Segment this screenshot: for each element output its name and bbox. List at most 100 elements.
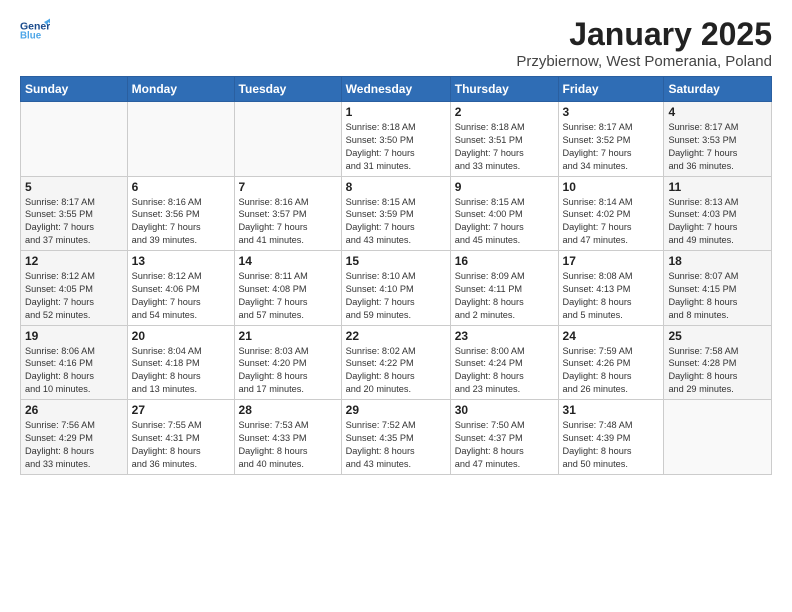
table-row: 30 Sunrise: 7:50 AMSunset: 4:37 PMDayligh… xyxy=(450,400,558,475)
page: General Blue January 2025 Przybiernow, W… xyxy=(0,0,792,485)
table-row: 12 Sunrise: 8:12 AMSunset: 4:05 PMDayligh… xyxy=(21,251,128,326)
day-number: 31 xyxy=(563,403,660,417)
day-info: Sunrise: 8:17 AMSunset: 3:55 PMDaylight:… xyxy=(25,196,123,248)
day-info: Sunrise: 7:52 AMSunset: 4:35 PMDaylight:… xyxy=(346,419,446,471)
header-friday: Friday xyxy=(558,77,664,102)
table-row: 27 Sunrise: 7:55 AMSunset: 4:31 PMDayligh… xyxy=(127,400,234,475)
day-info: Sunrise: 8:18 AMSunset: 3:50 PMDaylight:… xyxy=(346,121,446,173)
day-info: Sunrise: 8:00 AMSunset: 4:24 PMDaylight:… xyxy=(455,345,554,397)
day-number: 29 xyxy=(346,403,446,417)
day-number: 19 xyxy=(25,329,123,343)
day-info: Sunrise: 8:04 AMSunset: 4:18 PMDaylight:… xyxy=(132,345,230,397)
header: General Blue January 2025 Przybiernow, W… xyxy=(20,16,772,70)
table-row: 29 Sunrise: 7:52 AMSunset: 4:35 PMDayligh… xyxy=(341,400,450,475)
day-info: Sunrise: 8:02 AMSunset: 4:22 PMDaylight:… xyxy=(346,345,446,397)
table-row: 6 Sunrise: 8:16 AMSunset: 3:56 PMDaylight… xyxy=(127,176,234,251)
day-number: 2 xyxy=(455,105,554,119)
day-info: Sunrise: 7:55 AMSunset: 4:31 PMDaylight:… xyxy=(132,419,230,471)
day-info: Sunrise: 7:58 AMSunset: 4:28 PMDaylight:… xyxy=(668,345,767,397)
day-number: 6 xyxy=(132,180,230,194)
day-info: Sunrise: 8:16 AMSunset: 3:56 PMDaylight:… xyxy=(132,196,230,248)
calendar-week-row: 26 Sunrise: 7:56 AMSunset: 4:29 PMDayligh… xyxy=(21,400,772,475)
table-row: 26 Sunrise: 7:56 AMSunset: 4:29 PMDayligh… xyxy=(21,400,128,475)
day-number: 30 xyxy=(455,403,554,417)
day-number: 26 xyxy=(25,403,123,417)
day-info: Sunrise: 8:10 AMSunset: 4:10 PMDaylight:… xyxy=(346,270,446,322)
day-info: Sunrise: 8:12 AMSunset: 4:05 PMDaylight:… xyxy=(25,270,123,322)
day-number: 14 xyxy=(239,254,337,268)
table-row xyxy=(234,102,341,177)
table-row: 20 Sunrise: 8:04 AMSunset: 4:18 PMDayligh… xyxy=(127,325,234,400)
table-row: 16Sunrise: 8:09 AMSunset: 4:11 PMDayligh… xyxy=(450,251,558,326)
table-row xyxy=(21,102,128,177)
calendar-table: Sunday Monday Tuesday Wednesday Thursday… xyxy=(20,76,772,475)
day-number: 13 xyxy=(132,254,230,268)
table-row: 10Sunrise: 8:14 AMSunset: 4:02 PMDayligh… xyxy=(558,176,664,251)
day-number: 7 xyxy=(239,180,337,194)
day-info: Sunrise: 8:16 AMSunset: 3:57 PMDaylight:… xyxy=(239,196,337,248)
day-number: 18 xyxy=(668,254,767,268)
day-number: 3 xyxy=(563,105,660,119)
calendar-title: January 2025 xyxy=(516,16,772,53)
calendar-week-row: 1 Sunrise: 8:18 AMSunset: 3:50 PMDaylight… xyxy=(21,102,772,177)
day-info: Sunrise: 8:06 AMSunset: 4:16 PMDaylight:… xyxy=(25,345,123,397)
day-number: 11 xyxy=(668,180,767,194)
header-monday: Monday xyxy=(127,77,234,102)
day-number: 23 xyxy=(455,329,554,343)
day-number: 22 xyxy=(346,329,446,343)
day-info: Sunrise: 8:14 AMSunset: 4:02 PMDaylight:… xyxy=(563,196,660,248)
logo: General Blue xyxy=(20,16,50,46)
calendar-header-row: Sunday Monday Tuesday Wednesday Thursday… xyxy=(21,77,772,102)
day-info: Sunrise: 8:12 AMSunset: 4:06 PMDaylight:… xyxy=(132,270,230,322)
table-row: 28 Sunrise: 7:53 AMSunset: 4:33 PMDayligh… xyxy=(234,400,341,475)
table-row: 1 Sunrise: 8:18 AMSunset: 3:50 PMDaylight… xyxy=(341,102,450,177)
day-number: 27 xyxy=(132,403,230,417)
day-info: Sunrise: 8:18 AMSunset: 3:51 PMDaylight:… xyxy=(455,121,554,173)
header-thursday: Thursday xyxy=(450,77,558,102)
calendar-week-row: 12 Sunrise: 8:12 AMSunset: 4:05 PMDayligh… xyxy=(21,251,772,326)
table-row: 15Sunrise: 8:10 AMSunset: 4:10 PMDayligh… xyxy=(341,251,450,326)
table-row: 18Sunrise: 8:07 AMSunset: 4:15 PMDayligh… xyxy=(664,251,772,326)
svg-text:Blue: Blue xyxy=(20,31,42,42)
header-sunday: Sunday xyxy=(21,77,128,102)
day-number: 28 xyxy=(239,403,337,417)
table-row xyxy=(127,102,234,177)
header-tuesday: Tuesday xyxy=(234,77,341,102)
table-row: 23 Sunrise: 8:00 AMSunset: 4:24 PMDayligh… xyxy=(450,325,558,400)
table-row: 7 Sunrise: 8:16 AMSunset: 3:57 PMDaylight… xyxy=(234,176,341,251)
day-info: Sunrise: 8:15 AMSunset: 3:59 PMDaylight:… xyxy=(346,196,446,248)
day-number: 20 xyxy=(132,329,230,343)
table-row: 31 Sunrise: 7:48 AMSunset: 4:39 PMDayligh… xyxy=(558,400,664,475)
table-row: 17Sunrise: 8:08 AMSunset: 4:13 PMDayligh… xyxy=(558,251,664,326)
calendar-week-row: 5Sunrise: 8:17 AMSunset: 3:55 PMDaylight… xyxy=(21,176,772,251)
day-number: 1 xyxy=(346,105,446,119)
day-number: 9 xyxy=(455,180,554,194)
table-row: 5Sunrise: 8:17 AMSunset: 3:55 PMDaylight… xyxy=(21,176,128,251)
table-row: 9Sunrise: 8:15 AMSunset: 4:00 PMDaylight… xyxy=(450,176,558,251)
table-row: 19 Sunrise: 8:06 AMSunset: 4:16 PMDayligh… xyxy=(21,325,128,400)
day-info: Sunrise: 8:03 AMSunset: 4:20 PMDaylight:… xyxy=(239,345,337,397)
day-info: Sunrise: 8:17 AMSunset: 3:53 PMDaylight:… xyxy=(668,121,767,173)
day-number: 8 xyxy=(346,180,446,194)
day-info: Sunrise: 7:53 AMSunset: 4:33 PMDaylight:… xyxy=(239,419,337,471)
table-row: 4 Sunrise: 8:17 AMSunset: 3:53 PMDaylight… xyxy=(664,102,772,177)
table-row: 8 Sunrise: 8:15 AMSunset: 3:59 PMDaylight… xyxy=(341,176,450,251)
day-number: 4 xyxy=(668,105,767,119)
table-row: 25Sunrise: 7:58 AMSunset: 4:28 PMDayligh… xyxy=(664,325,772,400)
day-info: Sunrise: 7:59 AMSunset: 4:26 PMDaylight:… xyxy=(563,345,660,397)
day-number: 17 xyxy=(563,254,660,268)
table-row: 22 Sunrise: 8:02 AMSunset: 4:22 PMDayligh… xyxy=(341,325,450,400)
day-info: Sunrise: 7:48 AMSunset: 4:39 PMDaylight:… xyxy=(563,419,660,471)
table-row xyxy=(664,400,772,475)
day-info: Sunrise: 8:17 AMSunset: 3:52 PMDaylight:… xyxy=(563,121,660,173)
table-row: 2 Sunrise: 8:18 AMSunset: 3:51 PMDaylight… xyxy=(450,102,558,177)
table-row: 21Sunrise: 8:03 AMSunset: 4:20 PMDayligh… xyxy=(234,325,341,400)
day-info: Sunrise: 7:56 AMSunset: 4:29 PMDaylight:… xyxy=(25,419,123,471)
table-row: 13 Sunrise: 8:12 AMSunset: 4:06 PMDayligh… xyxy=(127,251,234,326)
day-info: Sunrise: 7:50 AMSunset: 4:37 PMDaylight:… xyxy=(455,419,554,471)
day-number: 16 xyxy=(455,254,554,268)
header-saturday: Saturday xyxy=(664,77,772,102)
day-number: 12 xyxy=(25,254,123,268)
day-number: 24 xyxy=(563,329,660,343)
day-info: Sunrise: 8:11 AMSunset: 4:08 PMDaylight:… xyxy=(239,270,337,322)
